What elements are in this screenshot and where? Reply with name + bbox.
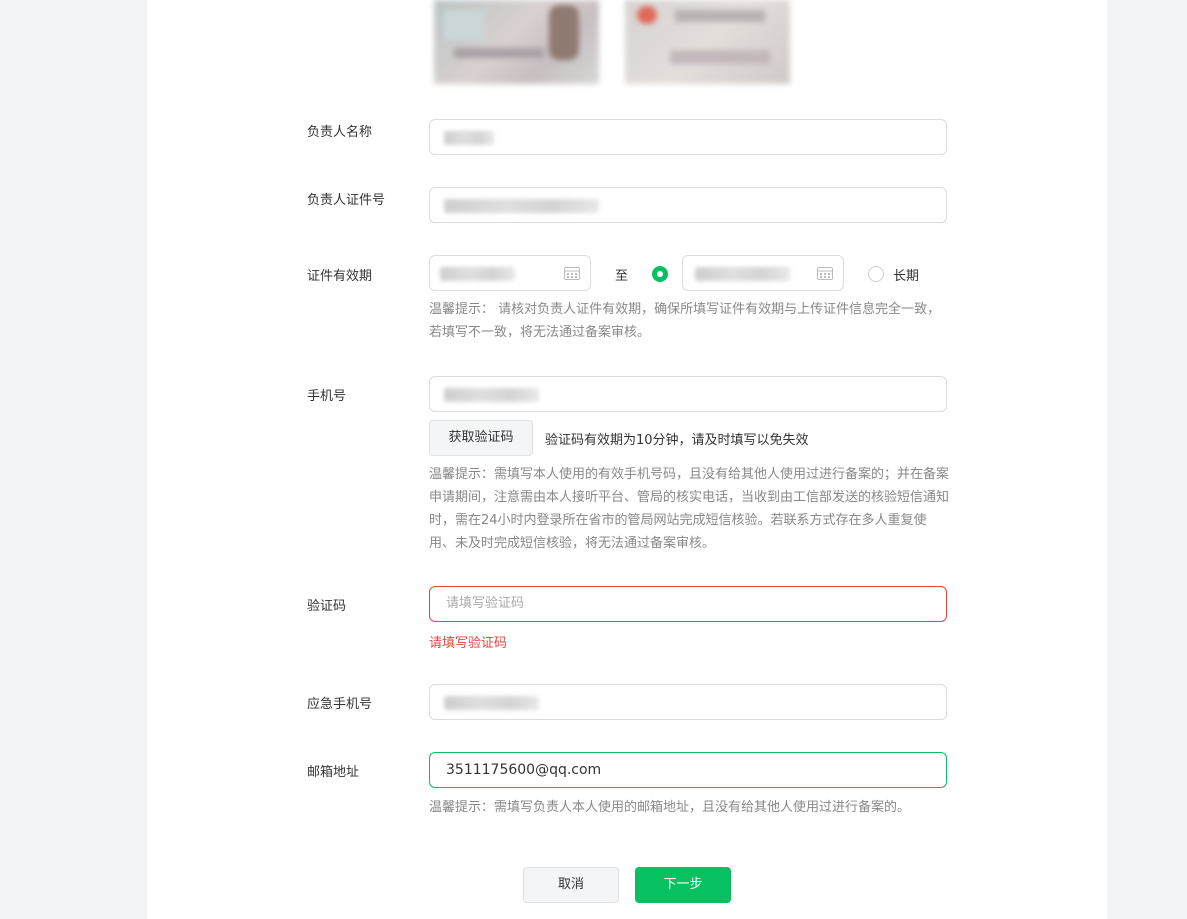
code-validity-note: 验证码有效期为10分钟，请及时填写以免失效 (545, 433, 809, 448)
manager-id-number-label: 负责人证件号 (307, 193, 386, 208)
validity-end-date-input[interactable] (682, 255, 844, 291)
phone-label: 手机号 (307, 389, 347, 404)
verification-code-input[interactable]: 请填写验证码 (429, 586, 947, 622)
form-card: 负责人名称 负责人证件号 证件有效期 至 长期 温馨提示： 请核对负责人证件有效… (147, 0, 1107, 919)
calendar-icon[interactable] (564, 266, 580, 280)
emergency-phone-label: 应急手机号 (307, 697, 373, 712)
radio-checked-icon[interactable] (652, 266, 668, 282)
calendar-icon[interactable] (817, 266, 833, 280)
manager-id-number-redacted (444, 199, 599, 213)
emergency-phone-input[interactable] (429, 684, 947, 720)
manager-id-number-input[interactable] (429, 187, 947, 223)
manager-name-label: 负责人名称 (307, 125, 373, 140)
phone-hint: 温馨提示：需填写本人使用的有效手机号码，且没有给其他人使用过进行备案的；并在备案… (429, 467, 950, 551)
email-value: 3511175600@qq.com (446, 762, 602, 778)
validity-start-date-redacted (440, 267, 515, 281)
verification-code-label: 验证码 (307, 599, 347, 614)
phone-input[interactable] (429, 376, 947, 412)
validity-start-date-input[interactable] (429, 255, 591, 291)
manager-name-redacted (444, 131, 494, 145)
phone-redacted (444, 388, 539, 402)
email-input[interactable]: 3511175600@qq.com (429, 752, 947, 788)
date-range-separator: 至 (615, 269, 629, 284)
radio-unchecked-icon[interactable] (868, 266, 884, 282)
id-validity-hint: 温馨提示： 请核对负责人证件有效期，确保所填写证件有效期与上传证件信息完全一致，… (429, 302, 941, 340)
long-term-label: 长期 (893, 269, 920, 284)
verification-code-error: 请填写验证码 (429, 636, 508, 651)
next-step-button[interactable]: 下一步 (635, 867, 731, 903)
id-card-front-photo (434, 0, 599, 84)
get-verification-code-button[interactable]: 获取验证码 (429, 420, 533, 456)
verification-code-placeholder: 请填写验证码 (446, 596, 525, 611)
validity-end-date-redacted (695, 267, 790, 281)
emergency-phone-redacted (444, 696, 539, 710)
id-card-back-photo (625, 0, 790, 84)
cancel-button[interactable]: 取消 (523, 867, 619, 903)
email-label: 邮箱地址 (307, 765, 360, 780)
email-hint: 温馨提示：需填写负责人本人使用的邮箱地址，且没有给其他人使用过进行备案的。 (429, 800, 911, 815)
id-validity-label: 证件有效期 (307, 269, 373, 284)
manager-name-input[interactable] (429, 119, 947, 155)
